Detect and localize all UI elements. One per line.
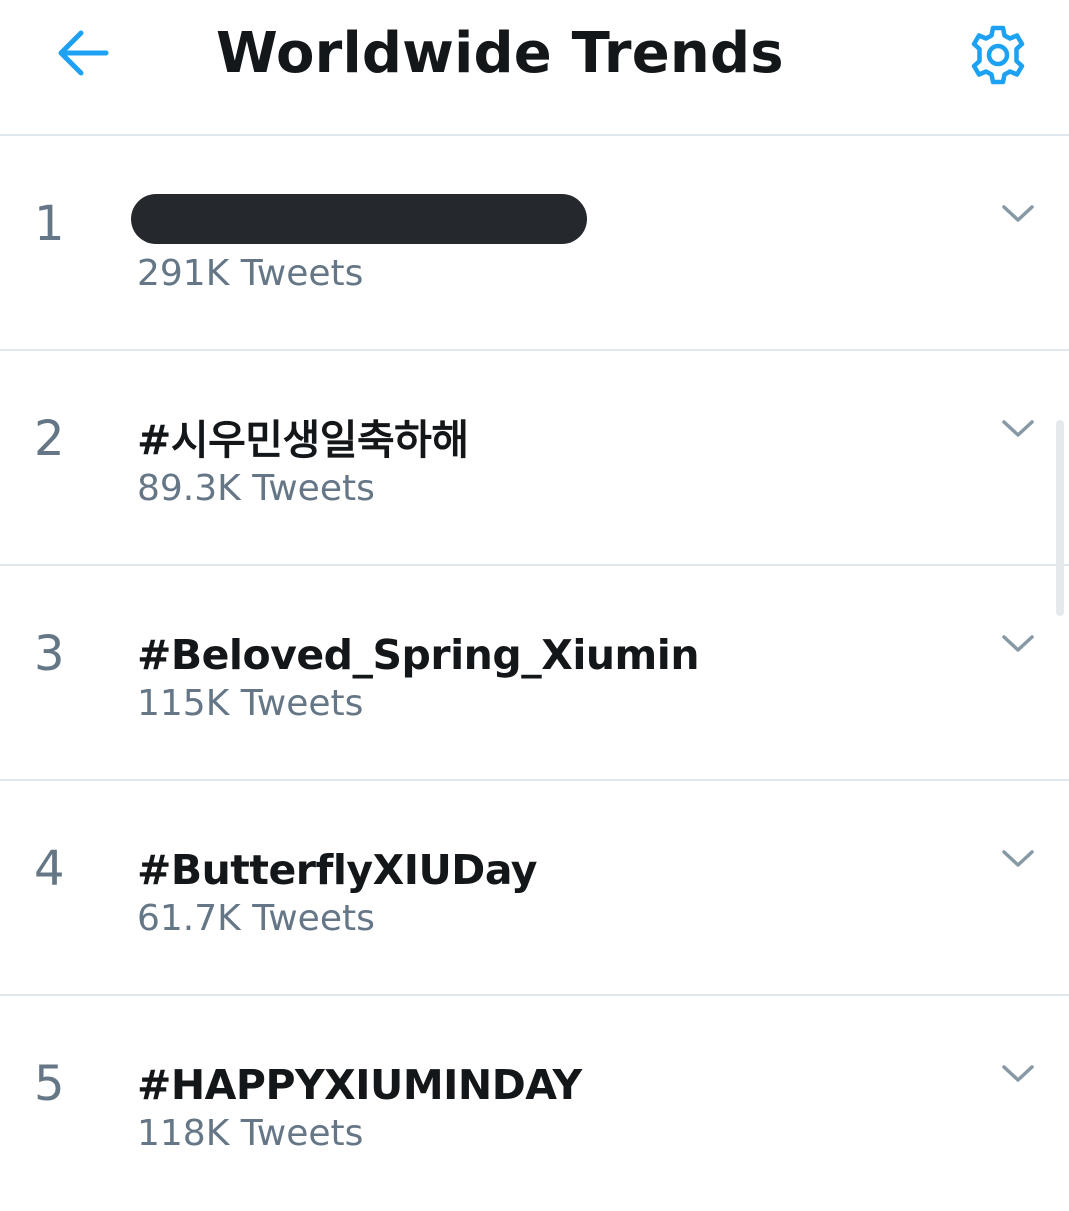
redacted-trend-name [131,194,587,244]
trend-menu-button[interactable] [996,626,1040,662]
trend-tweet-count: 89.3K Tweets [137,468,375,509]
trend-rank: 1 [34,196,65,252]
trend-name: #Beloved_Spring_Xiumin [137,631,700,679]
scrollbar[interactable] [1056,420,1064,616]
trend-tweet-count: 118K Tweets [137,1113,364,1154]
trend-menu-button[interactable] [996,841,1040,877]
trend-item[interactable]: 5 #HAPPYXIUMINDAY 118K Tweets [0,996,1069,1211]
page-title: Worldwide Trends [216,21,784,86]
trend-item[interactable]: 1 291K Tweets [0,136,1069,351]
settings-button[interactable] [960,20,1036,90]
trend-name: #시우민생일축하해 [137,416,469,464]
chevron-down-icon [1002,205,1034,222]
trend-rank: 3 [34,626,65,682]
chevron-down-icon [1002,420,1034,437]
chevron-down-icon [1002,850,1034,867]
trend-menu-button[interactable] [996,196,1040,232]
gear-icon [971,25,1025,85]
top-app-bar: Worldwide Trends [0,0,1069,136]
trend-menu-button[interactable] [996,411,1040,447]
trend-rank: 5 [34,1056,65,1112]
trend-tweet-count: 61.7K Tweets [137,898,375,939]
trend-name: #ButterflyXIUDay [137,846,537,894]
back-button[interactable] [52,24,114,82]
trend-rank: 4 [34,841,65,897]
chevron-down-icon [1002,1065,1034,1082]
trend-item[interactable]: 3 #Beloved_Spring_Xiumin 115K Tweets [0,566,1069,781]
trend-tweet-count: 115K Tweets [137,683,364,724]
arrow-left-icon [58,30,109,76]
trend-item[interactable]: 2 #시우민생일축하해 89.3K Tweets [0,351,1069,566]
trend-name: #HAPPYXIUMINDAY [137,1061,582,1109]
trend-tweet-count: 291K Tweets [137,253,364,294]
trend-rank: 2 [34,411,65,467]
trend-list: 1 291K Tweets 2 #시우민생일축하해 89.3K Tweets 3… [0,136,1069,1211]
trend-item[interactable]: 4 #ButterflyXIUDay 61.7K Tweets [0,781,1069,996]
chevron-down-icon [1002,635,1034,652]
trend-menu-button[interactable] [996,1056,1040,1092]
